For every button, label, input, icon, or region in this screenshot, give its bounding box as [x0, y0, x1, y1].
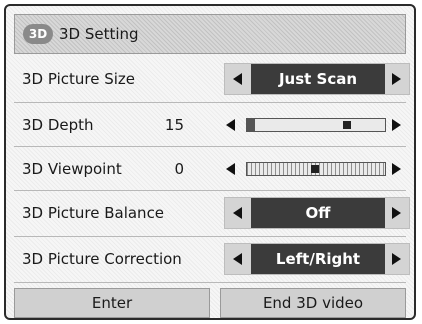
divider [14, 190, 406, 191]
viewpoint-slider-knob[interactable] [311, 165, 319, 173]
left-arrow-icon[interactable] [233, 73, 242, 85]
picture-size-value: Just Scan [251, 64, 385, 94]
picture-size-selector[interactable]: Just Scan [224, 63, 410, 95]
picture-balance-selector[interactable]: Off [224, 197, 410, 229]
enter-button[interactable]: Enter [14, 288, 210, 318]
right-arrow-icon[interactable] [392, 119, 401, 131]
picture-correction-value: Left/Right [251, 244, 385, 274]
settings-dialog: 3D 3D Setting 3D Picture Size Just Scan … [4, 4, 416, 320]
dialog-title: 3D Setting [59, 25, 139, 43]
viewpoint-label: 3D Viewpoint [22, 160, 122, 178]
right-arrow-icon[interactable] [392, 253, 401, 265]
right-arrow-icon[interactable] [392, 207, 401, 219]
divider [14, 146, 406, 147]
row-viewpoint: 3D Viewpoint 0 [14, 148, 406, 190]
divider [14, 282, 406, 283]
depth-slider-knob[interactable] [343, 121, 351, 129]
right-arrow-icon[interactable] [392, 73, 401, 85]
3d-logo-icon: 3D [23, 24, 53, 44]
depth-slider-fill [247, 119, 255, 131]
row-depth: 3D Depth 15 [14, 104, 406, 146]
left-arrow-icon[interactable] [233, 253, 242, 265]
depth-label: 3D Depth [22, 116, 94, 134]
picture-balance-label: 3D Picture Balance [22, 204, 165, 222]
left-arrow-icon[interactable] [226, 119, 235, 131]
right-arrow-icon[interactable] [392, 163, 401, 175]
left-arrow-icon[interactable] [226, 163, 235, 175]
row-picture-balance: 3D Picture Balance Off [14, 192, 410, 234]
left-arrow-icon[interactable] [233, 207, 242, 219]
row-picture-size: 3D Picture Size Just Scan [14, 58, 410, 100]
picture-correction-selector[interactable]: Left/Right [224, 243, 410, 275]
picture-balance-value: Off [251, 198, 385, 228]
viewpoint-slider[interactable] [246, 162, 386, 176]
picture-correction-label: 3D Picture Correction [22, 250, 182, 268]
depth-value: 15 [164, 116, 184, 134]
divider [14, 102, 406, 103]
picture-size-label: 3D Picture Size [22, 70, 136, 88]
viewpoint-value: 0 [174, 160, 184, 178]
depth-slider[interactable] [246, 118, 386, 132]
divider [14, 236, 406, 237]
end-3d-video-button[interactable]: End 3D video [220, 288, 406, 318]
row-picture-correction: 3D Picture Correction Left/Right [14, 238, 410, 280]
title-bar: 3D 3D Setting [14, 14, 406, 54]
